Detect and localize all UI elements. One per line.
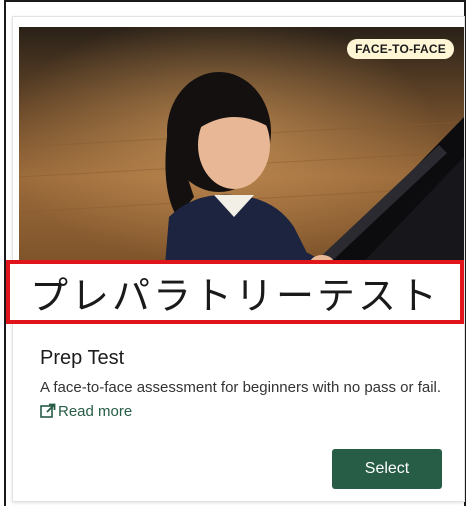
read-more-link[interactable]: Read more	[40, 403, 132, 420]
card-description: A face-to-face assessment for beginners …	[40, 376, 450, 426]
frame-top-line	[4, 0, 466, 2]
card-title: Prep Test	[40, 347, 125, 369]
child-playing-piano-photo	[19, 27, 464, 277]
read-more-label: Read more	[58, 403, 133, 420]
card-photo: FACE-TO-FACE	[19, 27, 464, 277]
test-card: FACE-TO-FACE Prep Test A face-to-face as…	[12, 16, 465, 502]
page: FACE-TO-FACE Prep Test A face-to-face as…	[0, 0, 466, 506]
frame-left-line	[4, 0, 6, 506]
highlight-overlay-text: プレパラトリーテスト	[6, 260, 464, 324]
select-button[interactable]: Select	[332, 449, 442, 489]
face-to-face-badge: FACE-TO-FACE	[347, 39, 454, 59]
external-link-icon	[40, 402, 56, 426]
card-body: Prep Test A face-to-face assessment for …	[40, 347, 450, 426]
card-description-text: A face-to-face assessment for beginners …	[40, 379, 442, 396]
